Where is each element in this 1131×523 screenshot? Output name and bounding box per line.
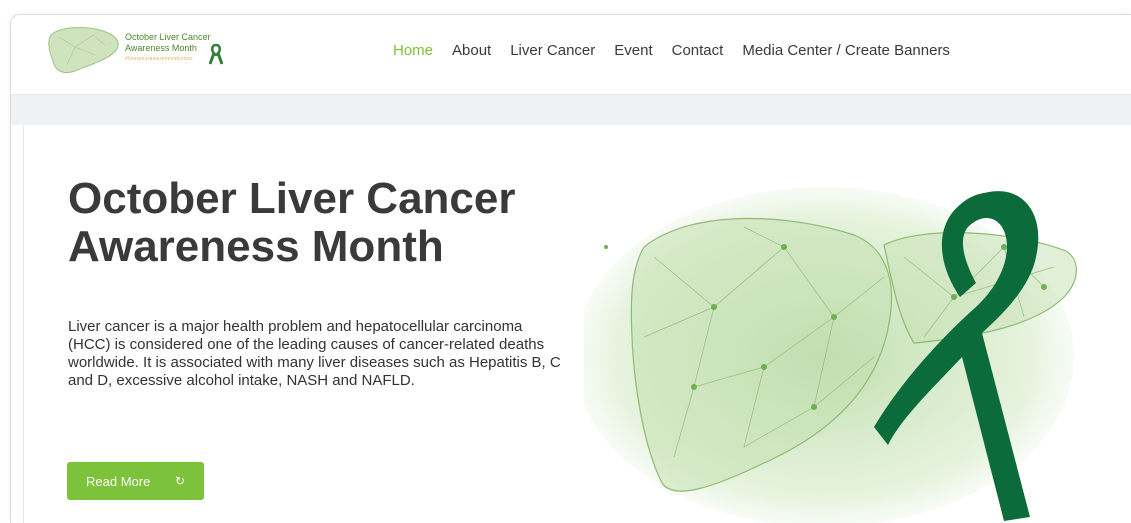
hero-title-line-1: October Liver Cancer <box>68 174 516 223</box>
browser-frame: October Liver Cancer Awareness Month #li… <box>10 14 1131 523</box>
read-more-label: Read More <box>86 473 151 489</box>
logo-line-1: October Liver Cancer <box>125 32 211 42</box>
header-band <box>11 95 1131 125</box>
nav-item-media-center[interactable]: Media Center / Create Banners <box>742 42 950 59</box>
site-header: October Liver Cancer Awareness Month #li… <box>11 15 1131 95</box>
refresh-icon: ↻ <box>174 474 186 488</box>
nav-item-contact[interactable]: Contact <box>672 42 724 59</box>
liver-logo-icon <box>48 27 119 74</box>
site-logo[interactable]: October Liver Cancer Awareness Month #li… <box>45 21 225 77</box>
hero-description: Liver cancer is a major health problem a… <box>68 318 561 389</box>
nav-item-home[interactable]: Home <box>393 42 433 59</box>
read-more-button[interactable]: Read More ↻ <box>67 462 204 500</box>
logo-line-3: #liveryourawarenessbyliver <box>125 56 194 62</box>
hero-title-line-2: Awareness Month <box>68 222 444 271</box>
ribbon-icon <box>209 43 223 65</box>
hero-title: October Liver Cancer Awareness Month <box>68 175 588 271</box>
main-nav: Home About Liver Cancer Event Contact Me… <box>393 42 950 59</box>
logo-text: October Liver Cancer Awareness Month #li… <box>125 32 211 65</box>
nav-item-about[interactable]: About <box>452 42 491 59</box>
nav-item-event[interactable]: Event <box>614 42 652 59</box>
liver-ribbon-illustration <box>584 187 1077 523</box>
logo-line-2: Awareness Month <box>125 43 197 53</box>
nav-item-liver-cancer[interactable]: Liver Cancer <box>510 42 595 59</box>
hero-section: October Liver Cancer Awareness Month Liv… <box>23 125 1131 523</box>
